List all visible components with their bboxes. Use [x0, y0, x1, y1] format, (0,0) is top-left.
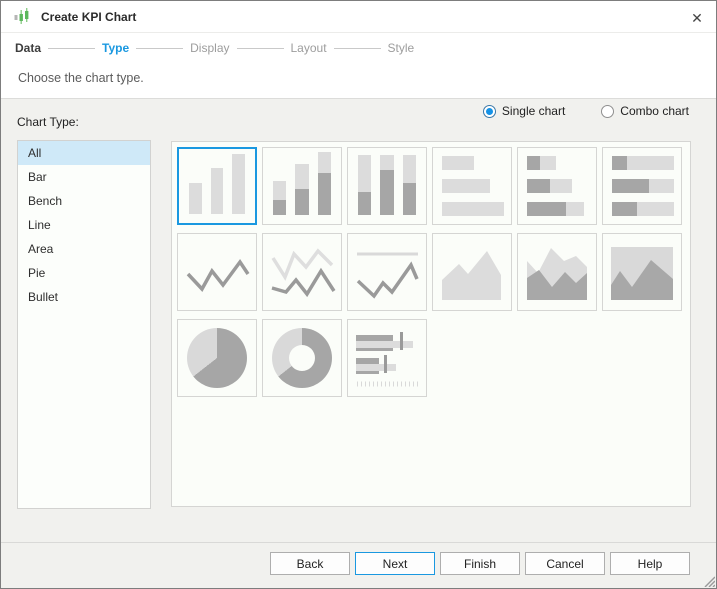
step-type[interactable]: Type	[102, 41, 129, 55]
thumb-stacked-bar[interactable]	[262, 147, 342, 225]
radio-icon[interactable]	[482, 104, 496, 118]
thumb-pie[interactable]	[177, 319, 257, 397]
thumb-bench-bar[interactable]	[347, 147, 427, 225]
step-display[interactable]: Display	[190, 41, 229, 55]
list-item-area[interactable]: Area	[18, 237, 150, 261]
single-chart-radio[interactable]: Single chart	[482, 104, 566, 118]
thumb-bench-area[interactable]	[602, 233, 682, 311]
combo-chart-label: Combo chart	[620, 104, 689, 118]
thumb-bullet[interactable]	[347, 319, 427, 397]
thumb-bar[interactable]	[177, 147, 257, 225]
list-item-bench[interactable]: Bench	[18, 189, 150, 213]
list-item-all[interactable]: All	[18, 141, 150, 165]
thumb-multi-line[interactable]	[262, 233, 342, 311]
wizard-instruction: Choose the chart type.	[18, 71, 144, 85]
thumb-donut[interactable]	[262, 319, 342, 397]
wizard-steps: Data Type Display Layout Style	[15, 35, 696, 61]
chart-gallery-grid	[172, 142, 690, 402]
help-button[interactable]: Help	[610, 552, 690, 575]
chart-gallery-panel	[171, 141, 691, 507]
step-style[interactable]: Style	[388, 41, 415, 55]
back-button[interactable]: Back	[270, 552, 350, 575]
title-bar: Create KPI Chart ✕	[1, 1, 716, 33]
thumb-area[interactable]	[432, 233, 512, 311]
cancel-button[interactable]: Cancel	[525, 552, 605, 575]
single-chart-label: Single chart	[501, 104, 566, 118]
chart-mode-radios: Single chart Combo chart	[482, 104, 689, 118]
next-button[interactable]: Next	[355, 552, 435, 575]
kpi-chart-icon	[14, 8, 29, 24]
thumb-bench-line[interactable]	[347, 233, 427, 311]
list-item-pie[interactable]: Pie	[18, 261, 150, 285]
step-connector	[136, 47, 184, 49]
list-item-bar[interactable]: Bar	[18, 165, 150, 189]
step-connector	[236, 47, 284, 49]
chart-type-list: All Bar Bench Line Area Pie Bullet	[17, 140, 151, 509]
resize-grip[interactable]	[702, 574, 715, 587]
combo-chart-radio[interactable]: Combo chart	[601, 104, 689, 118]
thumb-horizontal-bench-bar[interactable]	[602, 147, 682, 225]
thumb-horizontal-bar[interactable]	[432, 147, 512, 225]
step-connector	[333, 47, 381, 49]
finish-button[interactable]: Finish	[440, 552, 520, 575]
thumb-stacked-area[interactable]	[517, 233, 597, 311]
close-icon[interactable]: ✕	[687, 8, 707, 28]
footer-buttons: Back Next Finish Cancel Help	[1, 543, 716, 575]
chart-type-label: Chart Type:	[17, 115, 79, 129]
step-data[interactable]: Data	[15, 41, 41, 55]
thumb-horizontal-stacked-bar[interactable]	[517, 147, 597, 225]
thumb-line[interactable]	[177, 233, 257, 311]
step-connector	[48, 47, 96, 49]
list-item-bullet[interactable]: Bullet	[18, 285, 150, 309]
pie-glyph	[187, 328, 247, 388]
footer-bar: Back Next Finish Cancel Help	[1, 542, 716, 588]
dialog-title: Create KPI Chart	[41, 10, 137, 24]
radio-icon[interactable]	[601, 104, 615, 118]
list-item-line[interactable]: Line	[18, 213, 150, 237]
create-kpi-chart-dialog: Create KPI Chart ✕ Data Type Display Lay…	[0, 0, 717, 589]
step-layout[interactable]: Layout	[291, 41, 327, 55]
content-area: Single chart Combo chart Chart Type: All…	[1, 98, 716, 544]
donut-glyph	[272, 328, 332, 388]
